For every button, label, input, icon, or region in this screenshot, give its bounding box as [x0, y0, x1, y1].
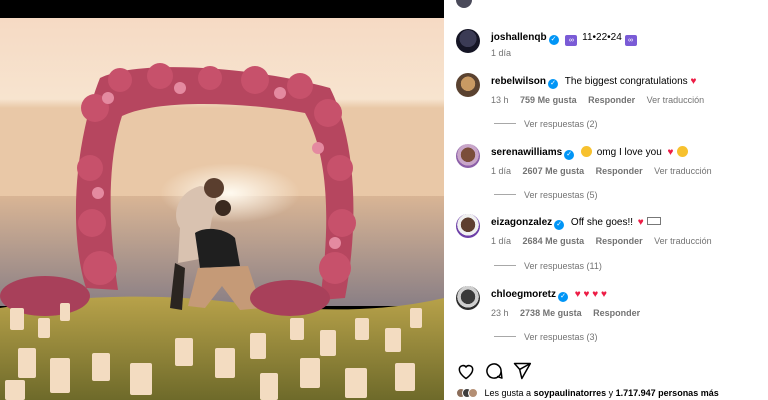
comment-meta: 1 día 2607 Me gusta Responder Ver traduc…	[491, 166, 721, 176]
likes-count[interactable]: 2607 Me gusta	[523, 166, 585, 176]
comment-text: omg I love you	[596, 147, 662, 158]
avatar[interactable]	[456, 286, 480, 310]
red-heart-emoji-icon: ♥ ♥ ♥ ♥	[574, 289, 607, 300]
red-heart-emoji-icon: ♥	[637, 217, 644, 228]
likes-count[interactable]: 759 Me gusta	[520, 95, 577, 105]
username-link[interactable]: joshallenqb	[491, 32, 547, 43]
comment-meta: 13 h 759 Me gusta Responder Ver traducci…	[491, 95, 713, 105]
likes-summary: Les gusta a soypaulinatorres y 1.717.947…	[456, 388, 719, 398]
view-replies-label: Ver respuestas (5)	[524, 190, 598, 200]
reply-button[interactable]: Responder	[596, 236, 643, 246]
infinity-emoji-icon: ∞	[565, 35, 578, 46]
post-media-panel	[0, 0, 444, 400]
verified-icon: ✓	[564, 150, 575, 160]
comment-meta: 1 día 2684 Me gusta Responder Ver traduc…	[491, 236, 721, 246]
share-icon[interactable]	[512, 361, 532, 381]
verified-icon: ✓	[548, 79, 559, 89]
verified-icon: ✓	[558, 292, 569, 302]
reply-button[interactable]: Responder	[596, 166, 643, 176]
comment-icon[interactable]	[484, 361, 504, 381]
comment-meta: 23 h 2738 Me gusta Responder	[491, 308, 649, 318]
smiling-face-emoji-icon	[677, 146, 689, 157]
likes-count[interactable]: 2738 Me gusta	[520, 308, 582, 318]
likes-count-link[interactable]: 1.717.947 personas más	[616, 388, 719, 398]
view-replies-button[interactable]: Ver respuestas (5)	[494, 190, 598, 200]
replies-divider	[494, 265, 516, 266]
avatar[interactable]	[456, 0, 472, 8]
avatar[interactable]	[456, 214, 480, 238]
replies-divider	[494, 123, 516, 124]
avatar	[468, 388, 478, 398]
red-heart-emoji-icon: ♥	[667, 147, 674, 158]
comment-text: Off she goes!!	[570, 217, 633, 228]
view-replies-label: Ver respuestas (2)	[524, 119, 598, 129]
timestamp[interactable]: 1 día	[491, 236, 511, 246]
likes-conjunction: y	[608, 388, 614, 398]
view-replies-button[interactable]: Ver respuestas (3)	[494, 332, 598, 342]
avatar[interactable]	[456, 144, 480, 168]
heart-eyes-emoji-icon	[580, 146, 592, 157]
replies-divider	[494, 336, 516, 337]
view-replies-label: Ver respuestas (11)	[524, 261, 602, 271]
comments-panel: joshallenqb ✓ ∞ 11•22•24 ∞ 1 día rebelwil…	[444, 0, 768, 400]
replies-divider	[494, 194, 516, 195]
view-replies-button[interactable]: Ver respuestas (11)	[494, 261, 602, 271]
heart-icon[interactable]	[456, 361, 476, 381]
username-link[interactable]: chloegmoretz	[491, 289, 556, 300]
timestamp[interactable]: 1 día	[491, 166, 511, 176]
liker-username-link[interactable]: soypaulinatorres	[534, 388, 607, 398]
translate-button[interactable]: Ver traducción	[654, 236, 712, 246]
hands-emoji-icon	[646, 217, 661, 225]
reply-button[interactable]: Responder	[593, 308, 640, 318]
timestamp[interactable]: 13 h	[491, 95, 509, 105]
previous-comment-strip	[444, 0, 768, 10]
post-photo[interactable]	[0, 18, 444, 400]
likes-prefix: Les gusta a	[484, 388, 532, 398]
view-replies-button[interactable]: Ver respuestas (2)	[494, 119, 598, 129]
username-link[interactable]: rebelwilson	[491, 76, 546, 87]
verified-icon: ✓	[548, 35, 559, 45]
comment-text: The biggest congratulations	[564, 76, 688, 87]
likes-count[interactable]: 2684 Me gusta	[523, 236, 585, 246]
caption-meta: 1 día	[491, 48, 520, 58]
verified-icon: ✓	[554, 220, 565, 230]
red-heart-emoji-icon: ♥	[690, 76, 697, 87]
proposal-scene-image	[0, 18, 444, 400]
reply-button[interactable]: Responder	[588, 95, 635, 105]
timestamp[interactable]: 1 día	[491, 48, 511, 58]
avatar[interactable]	[456, 29, 480, 53]
infinity-emoji-icon: ∞	[624, 35, 637, 46]
avatar[interactable]	[456, 73, 480, 97]
translate-button[interactable]: Ver traducción	[654, 166, 712, 176]
caption-text: 11•22•24	[582, 32, 622, 43]
view-replies-label: Ver respuestas (3)	[524, 332, 598, 342]
translate-button[interactable]: Ver traducción	[647, 95, 705, 105]
timestamp[interactable]: 23 h	[491, 308, 509, 318]
username-link[interactable]: eizagonzalez	[491, 217, 552, 228]
username-link[interactable]: serenawilliams	[491, 147, 562, 158]
